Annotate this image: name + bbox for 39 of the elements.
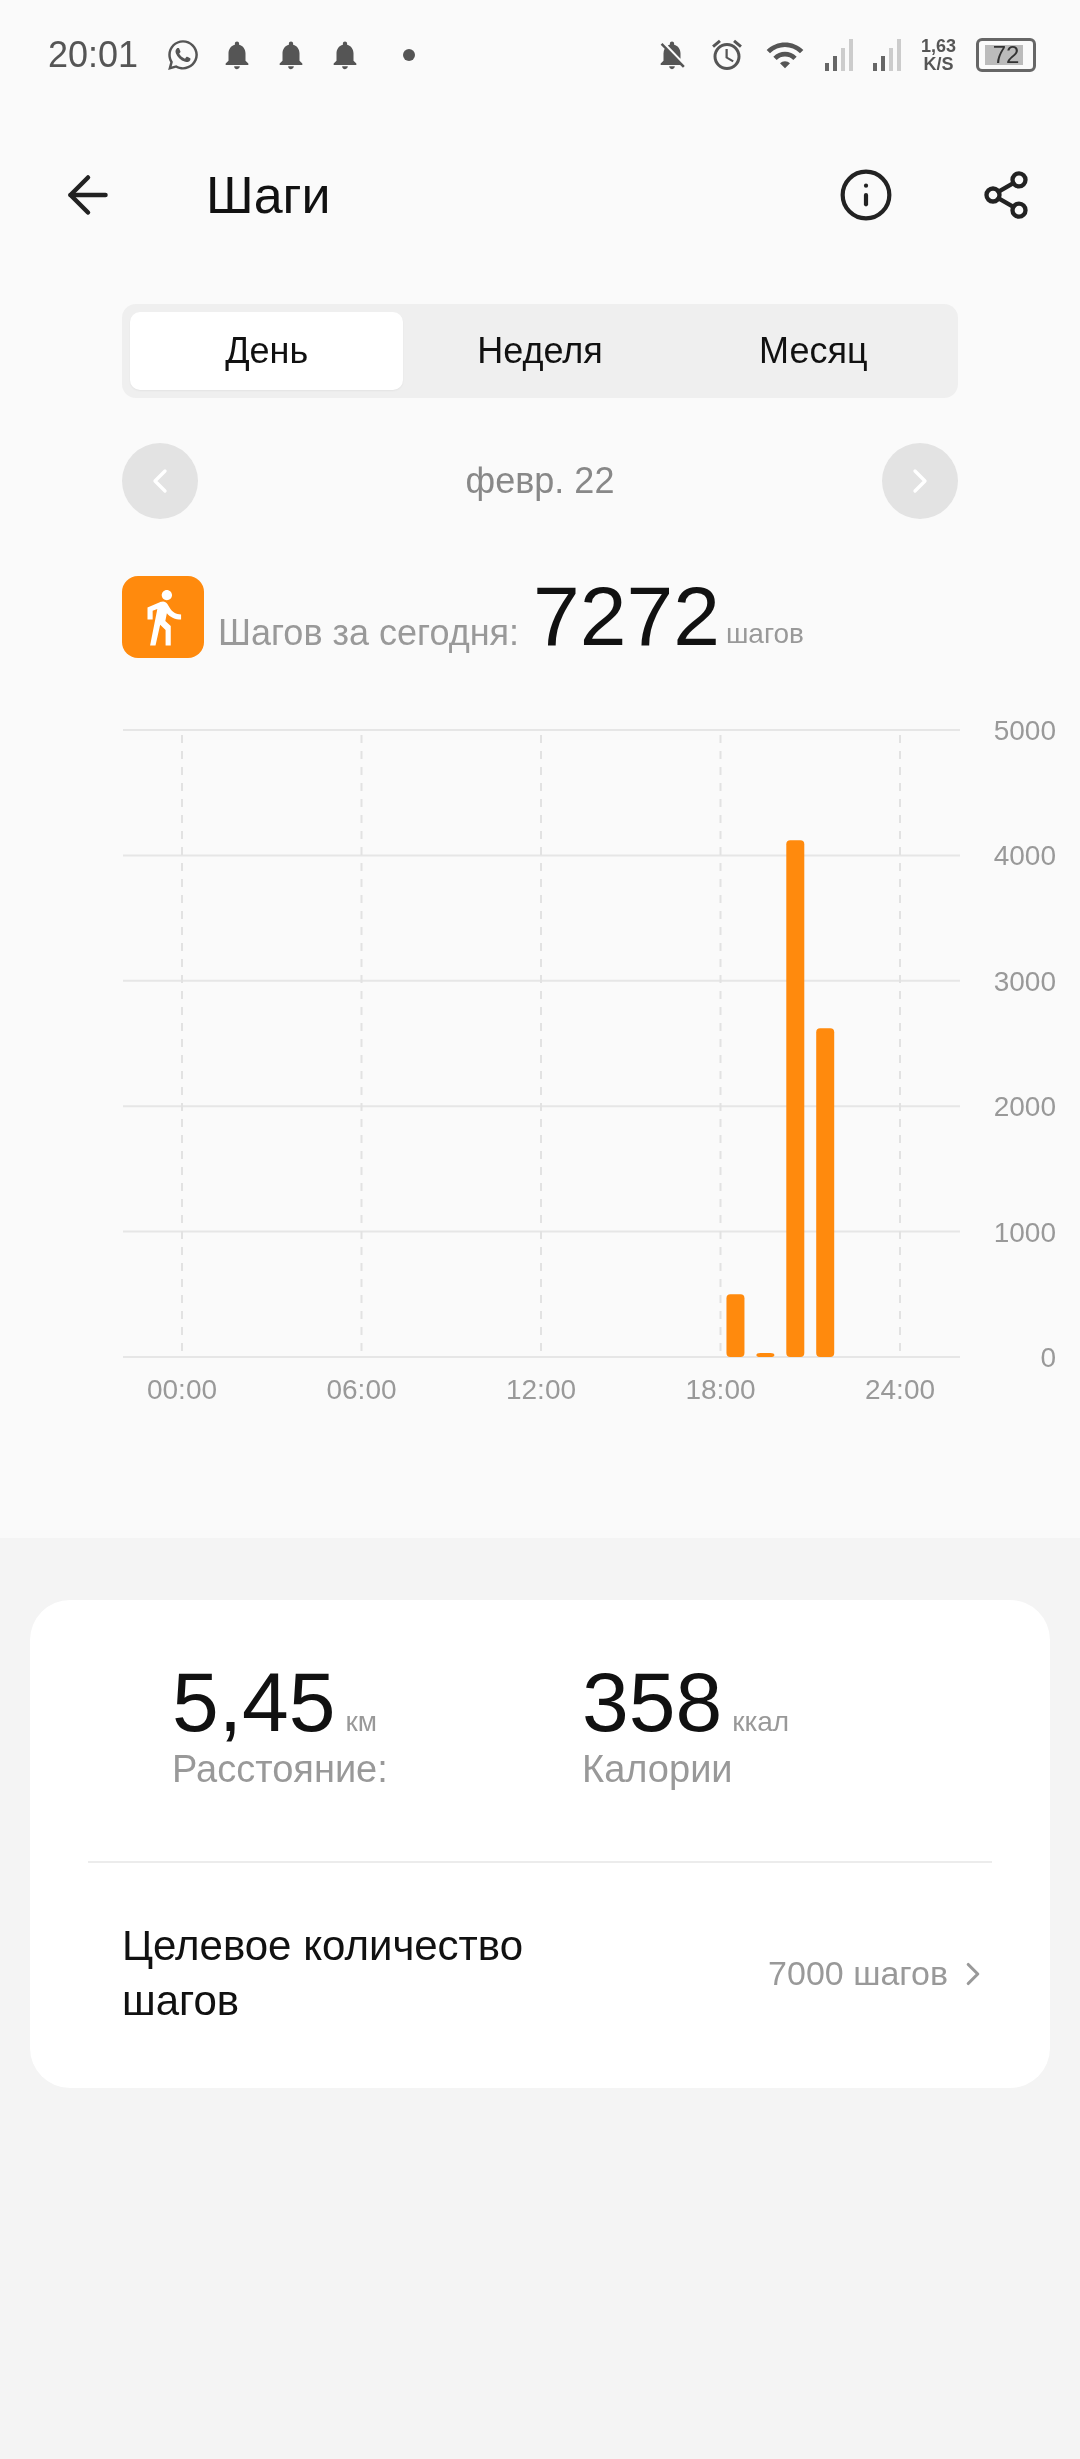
axis-label: 00:00 <box>146 1374 218 1402</box>
metric-unit: км <box>345 1706 377 1739</box>
axis-label: 3000 <box>993 965 1056 997</box>
walking-icon <box>122 576 204 658</box>
axis-label: 06:00 <box>326 1374 397 1402</box>
axis-label: 18:00 <box>685 1374 756 1402</box>
period-tab[interactable]: Месяц <box>676 312 950 390</box>
goal-label: Целевое количество шагов <box>122 1921 525 2026</box>
signal-icon <box>824 39 853 71</box>
axis-label: 2000 <box>993 1091 1056 1123</box>
status-time: 20:01 <box>48 34 139 76</box>
dot-icon <box>402 48 417 62</box>
info-icon <box>838 167 894 223</box>
steps-value: 7272 <box>533 574 720 658</box>
goal-value: 7000 шагов <box>768 1954 948 1994</box>
period-tab[interactable]: День <box>130 312 404 390</box>
bar <box>756 1353 775 1357</box>
steps-unit: шагов <box>725 618 804 651</box>
goal-row[interactable]: Целевое количество шагов 7000 шагов <box>88 1863 992 2089</box>
bar <box>726 1294 745 1357</box>
page-title: Шаги <box>206 165 332 225</box>
axis-label: 12:00 <box>505 1374 577 1402</box>
date-label: февр. 22 <box>465 460 615 502</box>
axis-label: 24:00 <box>864 1374 936 1402</box>
axis-label: 5000 <box>993 715 1056 746</box>
battery-icon: 72 <box>976 38 1036 72</box>
axis-label: 1000 <box>993 1216 1056 1248</box>
period-tab[interactable]: Неделя <box>403 312 677 390</box>
metric-value: 5,45 <box>172 1660 336 1744</box>
chat-icon <box>166 38 201 72</box>
metric-label: Расстояние: <box>172 1748 389 1791</box>
axis-label: 4000 <box>993 840 1056 872</box>
steps-label: Шагов за сегодня: <box>218 612 519 655</box>
metric-label: Калории <box>582 1748 734 1791</box>
metric-unit: ккал <box>732 1706 790 1739</box>
signal-icon <box>872 39 901 71</box>
axis-label: 0 <box>1040 1342 1056 1373</box>
metric-value: 358 <box>582 1660 723 1744</box>
network-speed: 1,63 K/S <box>920 37 956 73</box>
